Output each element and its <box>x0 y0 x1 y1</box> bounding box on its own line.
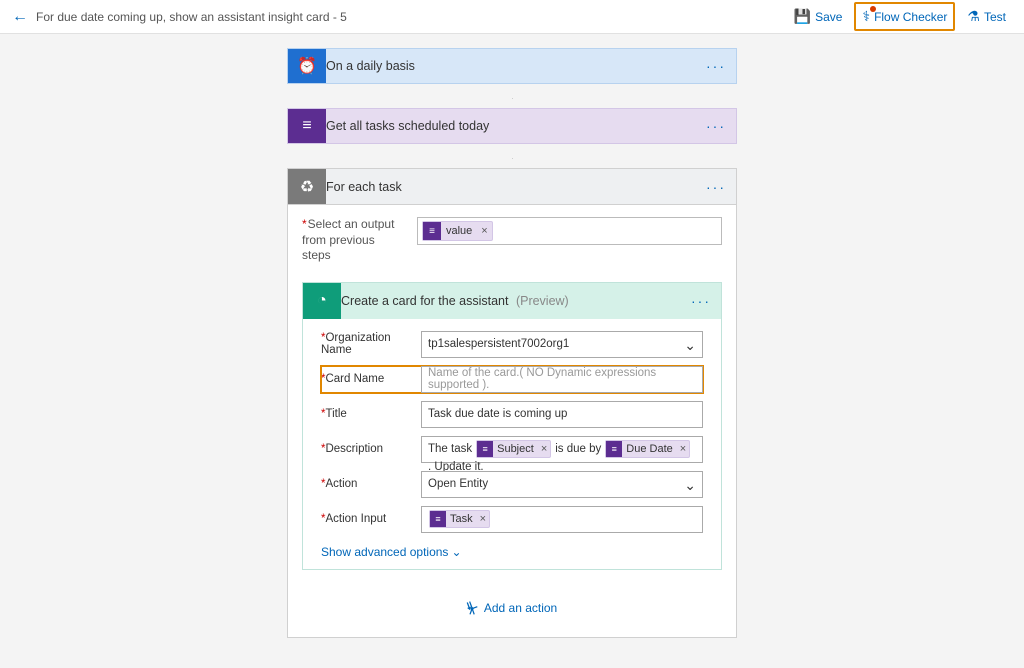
step-menu-button[interactable]: ··· <box>696 179 736 195</box>
step-create-card-header[interactable]: ◔ Create a card for the assistant (Previ… <box>303 283 721 319</box>
action-input-field[interactable]: ≡ Task × <box>421 506 703 533</box>
select-output-label: *Select an output from previous steps <box>302 217 397 264</box>
flow-canvas: ⏰ On a daily basis ··· ≡ Get all tasks s… <box>0 34 1024 668</box>
chevron-down-icon: ⌄ <box>451 545 461 559</box>
dynamics-icon: ≡ <box>430 511 446 527</box>
title-label: *Title <box>321 408 421 420</box>
save-label: Save <box>815 10 842 24</box>
step-create-card: ◔ Create a card for the assistant (Previ… <box>302 282 722 570</box>
description-label: *Description <box>321 443 421 455</box>
test-button[interactable]: ⚗ Test <box>961 4 1012 29</box>
chevron-down-icon[interactable]: ⌄ <box>684 337 696 354</box>
token-value[interactable]: ≡ value × <box>422 221 493 241</box>
close-icon[interactable]: × <box>677 443 689 455</box>
test-icon: ⚗ <box>967 8 980 25</box>
select-output-row: *Select an output from previous steps ≡ … <box>302 217 722 264</box>
step-foreach-header[interactable]: ♻ For each task ··· <box>288 169 736 205</box>
field-description: *Description The task ≡ Subject × is due… <box>321 436 703 463</box>
add-action-icon: ⏧ <box>467 600 478 617</box>
flow-checker-button[interactable]: ⚕ Flow Checker <box>854 2 955 31</box>
field-card-name: *Card Name Name of the card.( NO Dynamic… <box>321 366 703 393</box>
chevron-down-icon[interactable]: ⌄ <box>684 477 696 494</box>
step-menu-button[interactable]: ··· <box>696 118 736 134</box>
action-input-label: *Action Input <box>321 513 421 525</box>
step-menu-button[interactable]: ··· <box>696 58 736 74</box>
clock-icon: ⏰ <box>288 49 326 83</box>
connector-arrow <box>511 144 513 168</box>
page-title: For due date coming up, show an assistan… <box>36 10 347 24</box>
step-schedule-title: On a daily basis <box>326 59 696 73</box>
org-name-label: *Organization Name <box>321 332 421 356</box>
field-org-name: *Organization Name tp1salespersistent700… <box>321 331 703 358</box>
title-input[interactable]: Task due date is coming up <box>421 401 703 428</box>
assistant-icon: ◔ <box>303 283 341 319</box>
field-action: *Action Open Entity ⌄ <box>321 471 703 498</box>
connector-arrow <box>511 84 513 108</box>
action-input[interactable]: Open Entity ⌄ <box>421 471 703 498</box>
dynamics-icon: ≡ <box>606 441 622 457</box>
step-get-tasks-title: Get all tasks scheduled today <box>326 119 696 133</box>
top-actions: 💾 Save ⚕ Flow Checker ⚗ Test <box>788 2 1012 31</box>
field-title: *Title Task due date is coming up <box>321 401 703 428</box>
dynamics-icon: ≡ <box>477 441 493 457</box>
show-advanced-link[interactable]: Show advanced options ⌄ <box>321 545 462 559</box>
dynamics-icon: ≡ <box>423 222 441 240</box>
chip-subject[interactable]: ≡ Subject × <box>476 440 551 458</box>
top-bar: ← For due date coming up, show an assist… <box>0 0 1024 34</box>
step-menu-button[interactable]: ··· <box>681 293 721 309</box>
chip-task[interactable]: ≡ Task × <box>429 510 490 528</box>
loop-icon: ♻ <box>288 169 326 204</box>
preview-badge: (Preview) <box>516 294 569 308</box>
close-icon[interactable]: × <box>538 443 550 455</box>
step-foreach-title: For each task <box>326 180 696 194</box>
card-name-input[interactable]: Name of the card.( NO Dynamic expression… <box>421 366 703 393</box>
database-icon: ≡ <box>288 109 326 143</box>
card-name-label: *Card Name <box>321 373 421 385</box>
close-icon[interactable]: × <box>477 513 489 525</box>
select-output-input[interactable]: ≡ value × <box>417 217 722 245</box>
step-foreach: ♻ For each task ··· *Select an output fr… <box>287 168 737 638</box>
description-input[interactable]: The task ≡ Subject × is due by ≡ Due Dat… <box>421 436 703 463</box>
back-arrow-icon[interactable]: ← <box>12 8 28 26</box>
flow-checker-label: Flow Checker <box>874 10 947 24</box>
test-label: Test <box>984 10 1006 24</box>
add-action-button[interactable]: ⏧ Add an action <box>467 600 557 617</box>
step-create-card-title: Create a card for the assistant (Preview… <box>341 294 681 308</box>
save-icon: 💾 <box>794 8 811 25</box>
step-schedule[interactable]: ⏰ On a daily basis ··· <box>287 48 737 84</box>
field-action-input: *Action Input ≡ Task × <box>321 506 703 533</box>
step-get-tasks[interactable]: ≡ Get all tasks scheduled today ··· <box>287 108 737 144</box>
chip-duedate[interactable]: ≡ Due Date × <box>605 440 690 458</box>
close-icon[interactable]: × <box>477 225 491 237</box>
foreach-body: *Select an output from previous steps ≡ … <box>288 205 736 637</box>
action-label: *Action <box>321 478 421 490</box>
org-name-input[interactable]: tp1salespersistent7002org1 ⌄ <box>421 331 703 358</box>
create-card-body: *Organization Name tp1salespersistent700… <box>303 319 721 569</box>
flow-checker-icon: ⚕ <box>862 8 870 25</box>
save-button[interactable]: 💾 Save <box>788 4 849 29</box>
